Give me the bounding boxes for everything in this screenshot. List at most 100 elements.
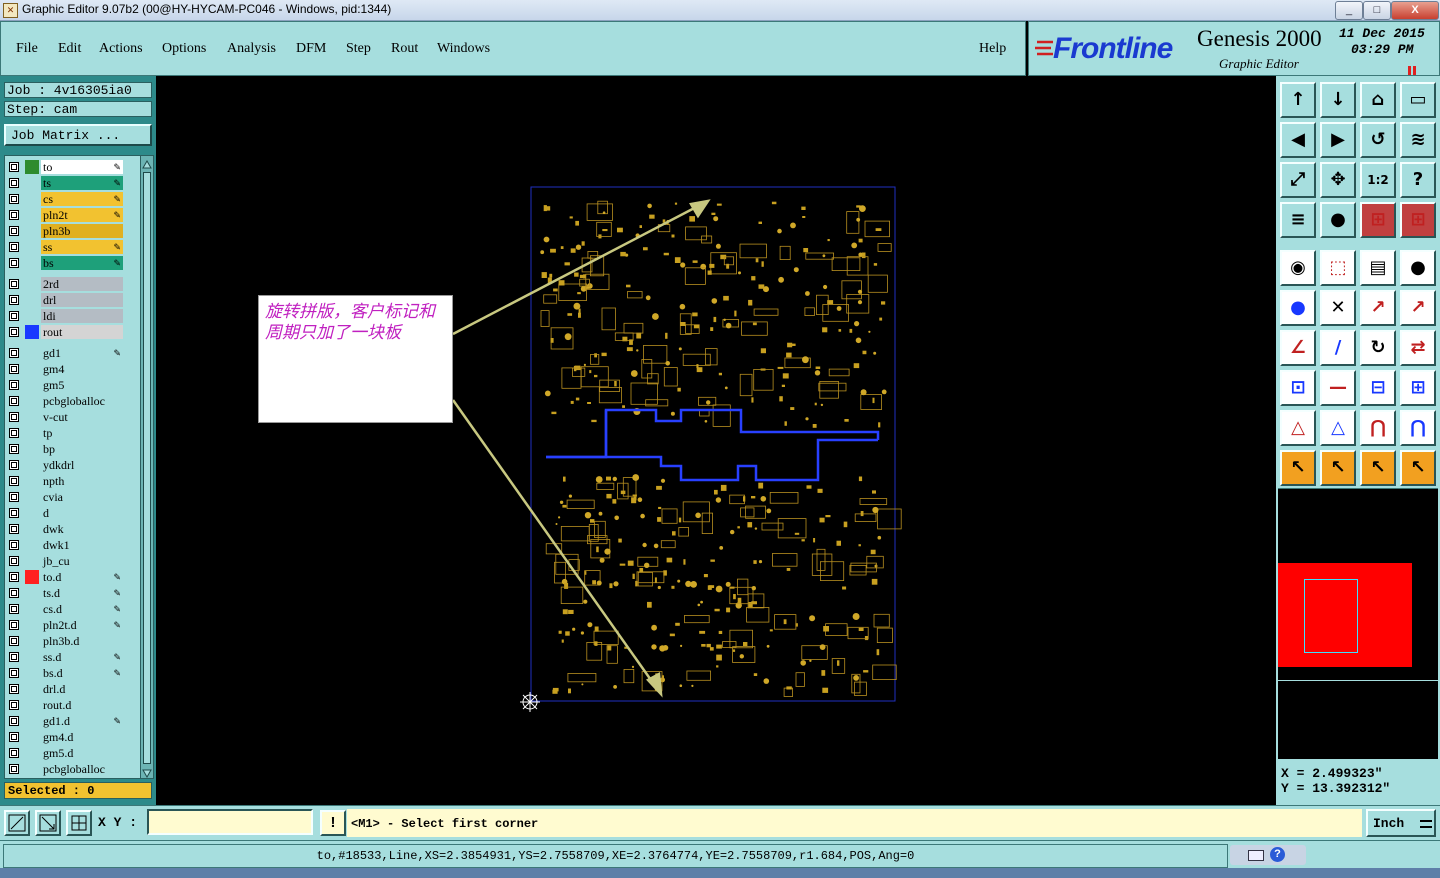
layer-name[interactable]: cs ✎ <box>41 192 123 206</box>
layer-row[interactable]: gd1 ✎ <box>5 345 140 361</box>
layer-checkbox[interactable] <box>9 636 19 646</box>
layer-row[interactable]: cvia <box>5 489 140 505</box>
layer-color-swatch[interactable] <box>25 762 39 776</box>
layer-color-swatch[interactable] <box>25 730 39 744</box>
layer-row[interactable]: tp <box>5 425 140 441</box>
select-box-icon[interactable]: ↖ <box>1320 450 1356 486</box>
layer-checkbox[interactable] <box>9 279 19 289</box>
layer-checkbox[interactable] <box>9 364 19 374</box>
layer-color-swatch[interactable] <box>25 208 39 222</box>
ratio-icon[interactable]: 1:2 <box>1360 162 1396 198</box>
layer-row[interactable]: d <box>5 505 140 521</box>
layer-color-swatch[interactable] <box>25 410 39 424</box>
layer-row[interactable]: cs ✎ <box>5 191 140 207</box>
layer-checkbox[interactable] <box>9 348 19 358</box>
layer-checkbox[interactable] <box>9 540 19 550</box>
slope-icon[interactable]: / <box>1320 330 1356 366</box>
layer-color-swatch[interactable] <box>25 394 39 408</box>
layer-name[interactable]: rout <box>41 325 123 339</box>
window-icon[interactable]: ▭ <box>1400 82 1436 118</box>
scroll-up-icon[interactable] <box>142 157 152 169</box>
layer-name[interactable]: gd1 ✎ <box>41 346 123 360</box>
layer-row[interactable]: gm5.d <box>5 745 140 761</box>
layer-row[interactable]: pln2t ✎ <box>5 207 140 223</box>
pan-left-icon[interactable]: ◀ <box>1280 122 1316 158</box>
layer-checkbox[interactable] <box>9 508 19 518</box>
layer-color-swatch[interactable] <box>25 176 39 190</box>
layer-color-swatch[interactable] <box>25 293 39 307</box>
layer-color-swatch[interactable] <box>25 362 39 376</box>
warning-button[interactable]: ! <box>320 810 346 836</box>
layer-name[interactable]: ydkdrl <box>41 458 123 472</box>
layer-checkbox[interactable] <box>9 327 19 337</box>
overview-map[interactable] <box>1278 488 1438 759</box>
layer-row[interactable]: dwk <box>5 521 140 537</box>
layer-color-swatch[interactable] <box>25 698 39 712</box>
menu-windows[interactable]: Windows <box>437 41 490 57</box>
undo-icon[interactable]: ↺ <box>1360 122 1396 158</box>
layer-row[interactable]: pln3b.d <box>5 633 140 649</box>
layer-row[interactable]: pln2t.d ✎ <box>5 617 140 633</box>
measure-icon[interactable]: ● <box>1320 202 1356 238</box>
menu-dfm[interactable]: DFM <box>296 41 326 57</box>
layer-row[interactable]: to.d ✎ <box>5 569 140 585</box>
layer-row[interactable]: rout <box>5 324 140 340</box>
snap-alt-icon[interactable]: ⊞ <box>1400 202 1436 238</box>
layer-checkbox[interactable] <box>9 572 19 582</box>
zoom-home-down-icon[interactable]: ↓ <box>1320 82 1356 118</box>
layer-color-swatch[interactable] <box>25 570 39 584</box>
layer-row[interactable]: gd1.d ✎ <box>5 713 140 729</box>
layer-row[interactable]: to ✎ <box>5 159 140 175</box>
layer-color-swatch[interactable] <box>25 506 39 520</box>
layer-checkbox[interactable] <box>9 311 19 321</box>
menu-file[interactable]: File <box>16 41 38 57</box>
layer-color-swatch[interactable] <box>25 192 39 206</box>
scroll-thumb[interactable] <box>143 172 151 764</box>
layer-color-swatch[interactable] <box>25 586 39 600</box>
zoom-home-up-icon[interactable]: ↑ <box>1280 82 1316 118</box>
layer-checkbox[interactable] <box>9 764 19 774</box>
layer-checkbox[interactable] <box>9 748 19 758</box>
annotation-note[interactable]: 旋转拼版，客户标记和周期只加了一块板 <box>258 295 453 423</box>
grid-icon[interactable] <box>66 810 92 836</box>
layer-checkbox[interactable] <box>9 428 19 438</box>
layer-name[interactable]: cs.d ✎ <box>41 602 123 616</box>
layer-name[interactable]: cvia <box>41 490 123 504</box>
layer-checkbox[interactable] <box>9 396 19 406</box>
menu-edit[interactable]: Edit <box>58 41 81 57</box>
layer-row[interactable]: bp <box>5 441 140 457</box>
zoom-diag-icon[interactable] <box>35 810 61 836</box>
layer-name[interactable]: tp <box>41 426 123 440</box>
layer-color-swatch[interactable] <box>25 602 39 616</box>
layer-name[interactable]: drl.d <box>41 682 123 696</box>
layer-checkbox[interactable] <box>9 242 19 252</box>
layer-color-swatch[interactable] <box>25 240 39 254</box>
layer-name[interactable]: gm5 <box>41 378 123 392</box>
layer-name[interactable]: 2rd <box>41 277 123 291</box>
layer-color-swatch[interactable] <box>25 309 39 323</box>
layer-checkbox[interactable] <box>9 258 19 268</box>
layer-checkbox[interactable] <box>9 732 19 742</box>
layer-color-swatch[interactable] <box>25 442 39 456</box>
layer-checkbox[interactable] <box>9 380 19 390</box>
layer-row[interactable]: ss ✎ <box>5 239 140 255</box>
select-icon[interactable]: ↖ <box>1280 450 1316 486</box>
menu-step[interactable]: Step <box>346 41 371 57</box>
copy-icon[interactable]: ⊡ <box>1280 370 1316 406</box>
layer-row[interactable]: v-cut <box>5 409 140 425</box>
fit-icon[interactable]: ⤢ <box>1280 162 1316 198</box>
layer-color-swatch[interactable] <box>25 682 39 696</box>
layer-checkbox[interactable] <box>9 460 19 470</box>
layer-scrollbar[interactable] <box>140 155 154 779</box>
break-icon[interactable]: — <box>1320 370 1356 406</box>
menu-analysis[interactable]: Analysis <box>227 41 276 57</box>
layer-name[interactable]: jb_cu <box>41 554 123 568</box>
layer-checkbox[interactable] <box>9 226 19 236</box>
layer-row[interactable]: drl <box>5 292 140 308</box>
layer-row[interactable]: drl.d <box>5 681 140 697</box>
snap-icon[interactable]: ⊞ <box>1360 202 1396 238</box>
layer-checkbox[interactable] <box>9 668 19 678</box>
layer-name[interactable]: pln3b.d <box>41 634 123 648</box>
layer-row[interactable]: ss.d ✎ <box>5 649 140 665</box>
layer-row[interactable]: dwk1 <box>5 537 140 553</box>
